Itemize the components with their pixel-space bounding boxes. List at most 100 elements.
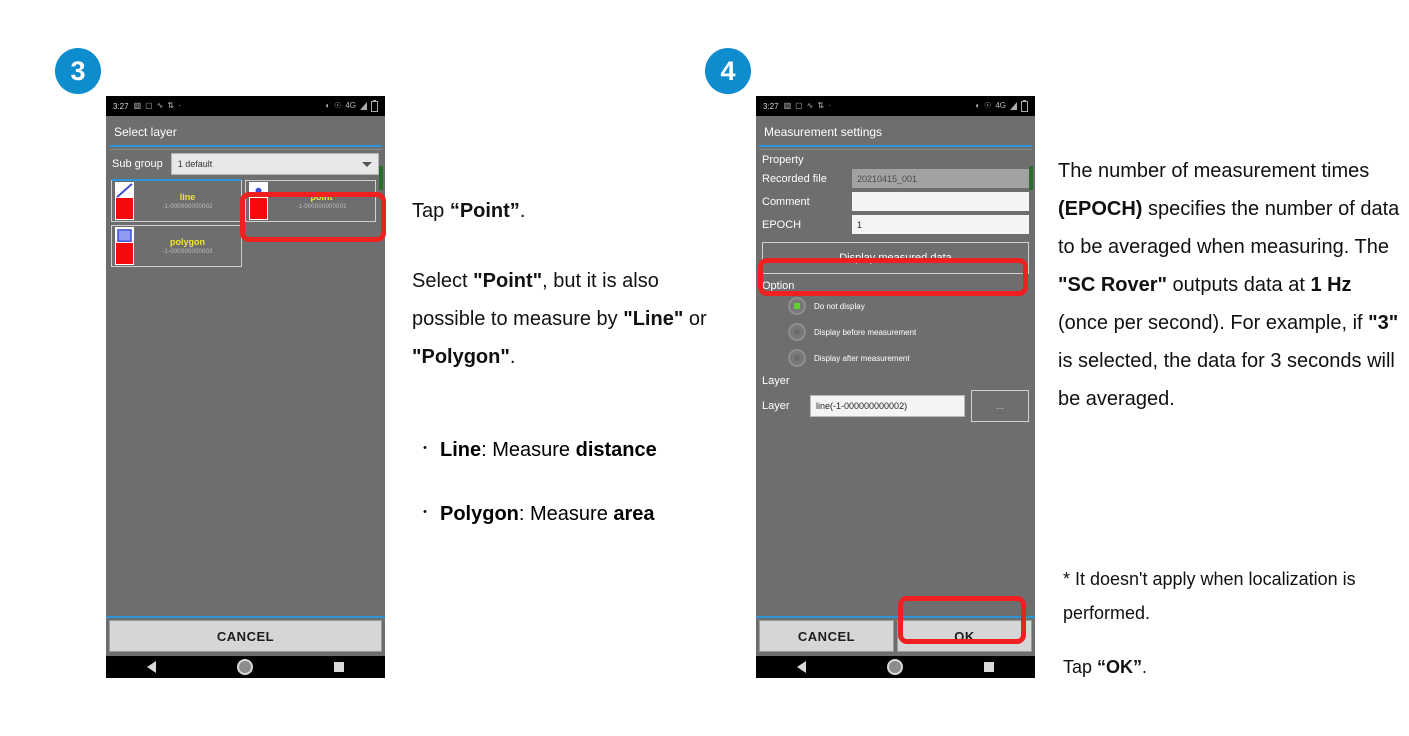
download-icon: ▧ bbox=[783, 101, 792, 110]
subgroup-row: Sub group 1 default bbox=[106, 150, 385, 178]
option-display-before-label: Display before measurement bbox=[814, 327, 917, 337]
epoch-label: EPOCH bbox=[762, 218, 802, 231]
status-bar-b: 3:27 ▧ ▢ ∿ ⇅ · ◐ ☉ 4G bbox=[756, 96, 1035, 116]
subgroup-dropdown[interactable]: 1 default bbox=[170, 153, 379, 175]
radio-selected-icon bbox=[788, 297, 806, 315]
sim-icon: ▢ bbox=[795, 101, 803, 110]
battery-icon bbox=[371, 99, 378, 112]
dot-icon: · bbox=[178, 101, 181, 110]
bullet-polygon-item: ・ Polygon: Measure area bbox=[418, 502, 718, 526]
recents-icon[interactable] bbox=[334, 662, 345, 672]
recorded-file-value: 20210415_001 bbox=[857, 173, 918, 184]
bullet-marker-icon: ・ bbox=[418, 440, 432, 456]
subgroup-label: Sub group bbox=[112, 158, 163, 170]
layer-field-label: Layer bbox=[762, 400, 790, 412]
phone-screenshot-select-layer: 3:27 ▧ ▢ ∿ ⇅ · ◐ ☉ 4G Select layer Sub g… bbox=[106, 96, 385, 678]
bullet-line-term: Line bbox=[440, 439, 482, 461]
radio-dot bbox=[794, 303, 800, 309]
button-row-a: CANCEL bbox=[106, 618, 385, 656]
bullet-polygon-term: Polygon bbox=[440, 503, 519, 525]
bullet-line-mid: : Measure bbox=[481, 439, 576, 461]
layer-item-polygon[interactable]: polygon -1-000000000003 bbox=[111, 225, 242, 267]
selection-line bbox=[112, 179, 241, 181]
sim-icon: ▢ bbox=[145, 101, 153, 110]
sc-rover-term: "SC Rover" bbox=[1058, 274, 1167, 296]
tap-target: “Point” bbox=[449, 200, 520, 222]
cancel-button[interactable]: CANCEL bbox=[759, 620, 894, 652]
option-display-after[interactable]: Display after measurement bbox=[756, 345, 1035, 371]
measurement-settings-dialog: Measurement settings Property Recorded f… bbox=[756, 116, 1035, 656]
status-bar-right-icons: ◐ ☉ 4G bbox=[975, 99, 1028, 112]
recorded-file-label: Recorded file bbox=[762, 172, 827, 185]
brightness-icon: ◐ bbox=[325, 101, 331, 110]
radio-unselected-icon bbox=[788, 323, 806, 341]
option-do-not-display[interactable]: Do not display bbox=[756, 293, 1035, 319]
title-divider bbox=[759, 145, 1032, 147]
select-polygon: "Polygon" bbox=[412, 346, 510, 368]
layer-item-line[interactable]: line -1-000000000002 bbox=[111, 179, 242, 222]
home-icon[interactable] bbox=[886, 659, 903, 675]
chevron-down-icon bbox=[362, 161, 372, 167]
epoch-term: (EPOCH) bbox=[1058, 198, 1143, 220]
bullet-marker-icon: ・ bbox=[418, 504, 432, 520]
back-icon[interactable] bbox=[146, 661, 156, 673]
epoch-input[interactable]: 1 bbox=[852, 215, 1029, 234]
layer-item-point-id: -1-000000000001 bbox=[296, 203, 347, 210]
option-display-before[interactable]: Display before measurement bbox=[756, 319, 1035, 345]
dialog-title: Select layer bbox=[114, 125, 177, 139]
measure-type-list: ・ Line: Measure distance ・ Polygon: Measur… bbox=[418, 438, 718, 566]
instruction-select-point: Select "Point", but it is also possible … bbox=[412, 262, 712, 376]
step-badge-3-label: 3 bbox=[70, 55, 86, 86]
back-icon[interactable] bbox=[796, 661, 806, 673]
dialog-actions-b: CANCEL OK bbox=[756, 613, 1035, 656]
signal-icon bbox=[1010, 102, 1017, 110]
line-glyph-icon bbox=[116, 183, 133, 198]
layer-item-line-name: line bbox=[179, 191, 196, 202]
layer-list: line -1-000000000002 point -1-0000000000… bbox=[106, 178, 385, 269]
layer-browse-button[interactable]: ... bbox=[971, 390, 1029, 422]
subgroup-dropdown-value: 1 default bbox=[177, 159, 213, 169]
sync-icon: ⇅ bbox=[167, 101, 175, 110]
epoch-row: EPOCH 1 bbox=[756, 213, 1035, 236]
epoch-seg-1: The number of measurement times bbox=[1058, 160, 1370, 182]
epoch-value: 1 bbox=[857, 219, 863, 230]
point-symbol-icon bbox=[249, 182, 268, 220]
bullet-line-item: ・ Line: Measure distance bbox=[418, 438, 718, 462]
status-bar-right-icons: ◐ ☉ 4G bbox=[325, 99, 378, 112]
recents-icon[interactable] bbox=[984, 662, 995, 672]
comment-row: Comment bbox=[756, 190, 1035, 213]
tap-prefix: Tap bbox=[412, 200, 450, 222]
select-prefix: Select bbox=[412, 270, 474, 292]
instruction-tap-point: Tap “Point”. bbox=[412, 192, 712, 230]
layer-item-polygon-text: polygon -1-000000000003 bbox=[134, 237, 241, 256]
select-point: "Point" bbox=[473, 270, 543, 292]
select-layer-dialog: Select layer Sub group 1 default line -1… bbox=[106, 116, 385, 656]
comment-input[interactable] bbox=[852, 192, 1029, 211]
radio-dot bbox=[794, 329, 800, 335]
home-icon[interactable] bbox=[236, 659, 253, 675]
layer-value-field[interactable]: line(-1-000000000002) bbox=[810, 395, 965, 417]
scroll-indicator bbox=[379, 166, 383, 190]
radio-unselected-icon bbox=[788, 349, 806, 367]
download-icon: ▧ bbox=[133, 101, 142, 110]
layer-item-polygon-id: -1-000000000003 bbox=[162, 248, 213, 255]
recorded-file-field: 20210415_001 bbox=[852, 169, 1029, 188]
bullet-polygon-value: area bbox=[613, 503, 655, 525]
layer-item-line-id: -1-000000000002 bbox=[162, 203, 213, 210]
status-bar-time: 3:27 bbox=[763, 101, 779, 111]
comment-label: Comment bbox=[762, 195, 810, 208]
layer-item-point[interactable]: point -1-000000000001 bbox=[245, 180, 376, 222]
phone-screenshot-measurement-settings: 3:27 ▧ ▢ ∿ ⇅ · ◐ ☉ 4G Measurement settin… bbox=[756, 96, 1035, 678]
brightness-icon: ◐ bbox=[975, 101, 981, 110]
layer-section-label: Layer bbox=[762, 375, 790, 387]
signal-icon bbox=[360, 102, 367, 110]
select-line: "Line" bbox=[623, 308, 684, 330]
cancel-button[interactable]: CANCEL bbox=[109, 620, 382, 652]
radio-dot bbox=[794, 355, 800, 361]
display-measured-data-button[interactable]: Display measured data bbox=[762, 242, 1029, 274]
ok-button[interactable]: OK bbox=[897, 620, 1032, 652]
option-do-not-display-label: Do not display bbox=[814, 301, 865, 311]
sync-icon: ⇅ bbox=[817, 101, 825, 110]
layer-field-row: Layer line(-1-000000000002) ... bbox=[756, 388, 1035, 424]
